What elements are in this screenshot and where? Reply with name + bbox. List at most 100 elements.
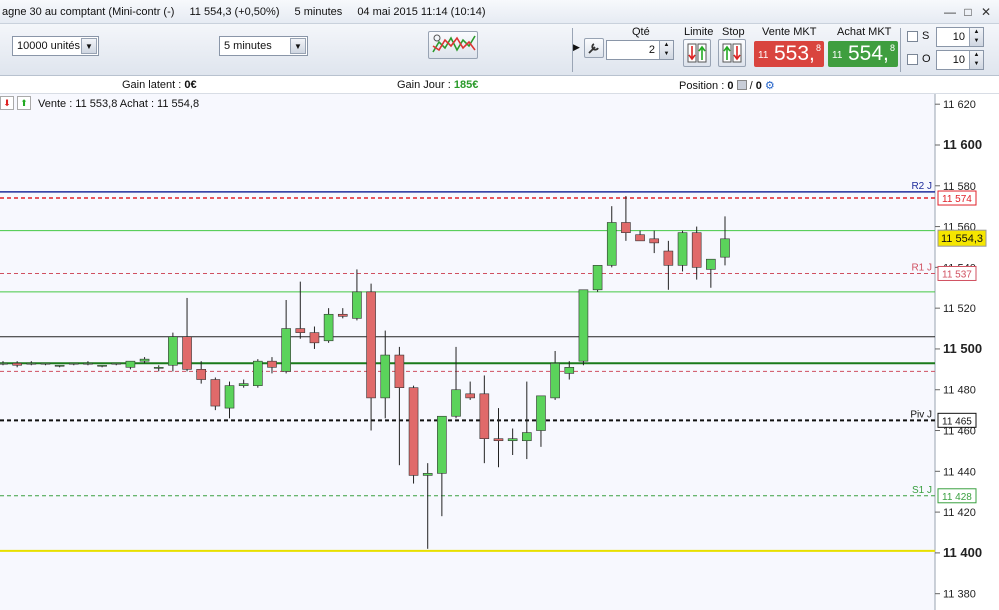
limit-order-button[interactable]: [683, 39, 711, 67]
position-label: Position :: [679, 80, 725, 92]
candle-body: [337, 313, 348, 317]
candle-body: [12, 362, 22, 366]
position-value-b: 0: [755, 80, 762, 92]
close-button[interactable]: ✕: [978, 4, 994, 20]
candle-body: [253, 360, 263, 386]
position: Position : 0 / 0 ⚙: [679, 79, 775, 92]
level-tag-label: 11 537: [942, 269, 972, 280]
timeframe-value: 5 minutes: [224, 40, 272, 52]
buy-market-button[interactable]: 11 554, 8: [828, 41, 898, 67]
axis-tick-label: 11 380: [943, 589, 976, 601]
o-input[interactable]: 10 ▲ ▼: [936, 50, 984, 70]
candle-body: [125, 360, 136, 368]
stop-order-button[interactable]: [718, 39, 746, 67]
position-close-icon[interactable]: [736, 80, 747, 90]
candle-body: [281, 328, 291, 372]
sell-price-big: 553,: [774, 42, 815, 65]
axis-tick-label: 11 620: [943, 99, 976, 111]
candle-body: [437, 415, 447, 474]
arrow-down-icon: ⬇: [3, 98, 11, 108]
candle-body: [153, 366, 164, 369]
window-title: agne 30 au comptant (Mini-contr (-) 11 5…: [2, 6, 498, 18]
chevron-down-icon[interactable]: ▼: [290, 38, 306, 54]
price-chart[interactable]: R2 J R1 J Piv J S1 J 11 620 11 600 11 580 11 5…: [0, 94, 999, 610]
chevron-down-icon[interactable]: ▼: [81, 38, 97, 54]
qty-stepper[interactable]: ▲ ▼: [659, 41, 673, 59]
maximize-icon: □: [964, 5, 972, 19]
sell-arrow-button[interactable]: ⬇: [0, 96, 14, 110]
panel-divider: [900, 28, 902, 72]
title-bar: agne 30 au comptant (Mini-contr (-) 11 5…: [0, 0, 999, 24]
buy-label: Achat MKT: [837, 26, 892, 38]
candle-body: [465, 393, 475, 399]
level-name: S1 J: [912, 485, 932, 496]
s-value: 10: [952, 31, 965, 43]
qty-input[interactable]: 2 ▲ ▼: [606, 40, 674, 60]
wrench-icon: [588, 43, 599, 54]
gain-latent-value: 0€: [184, 79, 197, 91]
axis-tick-label: 11 520: [943, 303, 976, 315]
title-price: 11 554,3 (+0,50%): [189, 6, 280, 18]
chart-indicators-icon: [432, 34, 476, 53]
timeframe-select[interactable]: 5 minutes ▼: [219, 36, 308, 56]
units-select[interactable]: 10000 unités ▼: [12, 36, 99, 56]
candle-body: [621, 222, 631, 233]
candle-body: [224, 385, 235, 409]
level-name: Piv J: [910, 409, 932, 420]
s-checkbox[interactable]: [907, 31, 918, 42]
candle-body: [677, 232, 688, 266]
axis-tick-label: 11 500: [943, 341, 982, 356]
sell-price-sup: 8: [815, 43, 821, 53]
qty-label: Qté: [632, 26, 650, 38]
candle-body: [366, 291, 376, 399]
candle-body: [54, 364, 65, 367]
s-input[interactable]: 10 ▲ ▼: [936, 27, 984, 47]
limit-order-icon: [687, 43, 707, 63]
o-stepper[interactable]: ▲ ▼: [969, 51, 983, 69]
current-price-label: 11 554,3: [941, 233, 983, 245]
arrow-up-icon: ⬆: [20, 98, 28, 108]
gain-latent-label: Gain latent :: [122, 79, 182, 91]
candle-body: [196, 369, 206, 380]
candlestick-chart[interactable]: R2 JR1 JPiv JS1 J 11 62011 60011 58011 5…: [0, 94, 999, 610]
position-separator: /: [749, 80, 753, 92]
candle-body: [522, 432, 532, 442]
buy-arrow-button[interactable]: ⬆: [17, 96, 31, 110]
candle-body: [479, 393, 490, 439]
settings-button[interactable]: [584, 38, 604, 58]
stop-label: Stop: [722, 26, 745, 38]
chart-indicators-button[interactable]: [428, 31, 478, 59]
maximize-button[interactable]: □: [960, 4, 976, 20]
title-period: 5 minutes: [294, 6, 343, 18]
buy-price-sup: 8: [889, 43, 895, 53]
o-label: O: [922, 53, 931, 65]
sell-price-small: 11: [758, 50, 769, 61]
sell-market-button[interactable]: 11 553, 8: [754, 41, 824, 67]
candle-body: [550, 362, 560, 399]
o-checkbox[interactable]: [907, 54, 918, 65]
axis-tick-label: 11 400: [943, 545, 982, 560]
candle-body: [139, 358, 150, 362]
candle-body: [606, 222, 617, 266]
candle-body: [578, 289, 589, 362]
candle-body: [720, 238, 730, 258]
s-stepper[interactable]: ▲ ▼: [969, 28, 983, 46]
title-datetime: 04 mai 2015 11:14 (10:14): [357, 6, 486, 18]
quote-line: Vente : 11 553,8 Achat : 11 554,8: [38, 98, 200, 110]
candle-body: [649, 238, 660, 244]
candle-body: [451, 389, 461, 417]
level-name: R1 J: [911, 262, 932, 273]
candle-body: [564, 366, 575, 374]
minimize-button[interactable]: —: [942, 4, 958, 20]
axis-tick-label: 11 600: [943, 137, 982, 152]
gears-icon[interactable]: ⚙: [765, 80, 775, 92]
candle-body: [168, 336, 178, 366]
candle-body: [238, 383, 249, 386]
candle-body: [40, 362, 51, 365]
candle-body: [380, 354, 391, 399]
candle-body: [267, 360, 277, 368]
gain-jour-value: 185€: [453, 79, 479, 91]
candle-body: [26, 362, 37, 365]
play-icon[interactable]: ▶: [573, 42, 580, 53]
candle-body: [323, 313, 334, 342]
